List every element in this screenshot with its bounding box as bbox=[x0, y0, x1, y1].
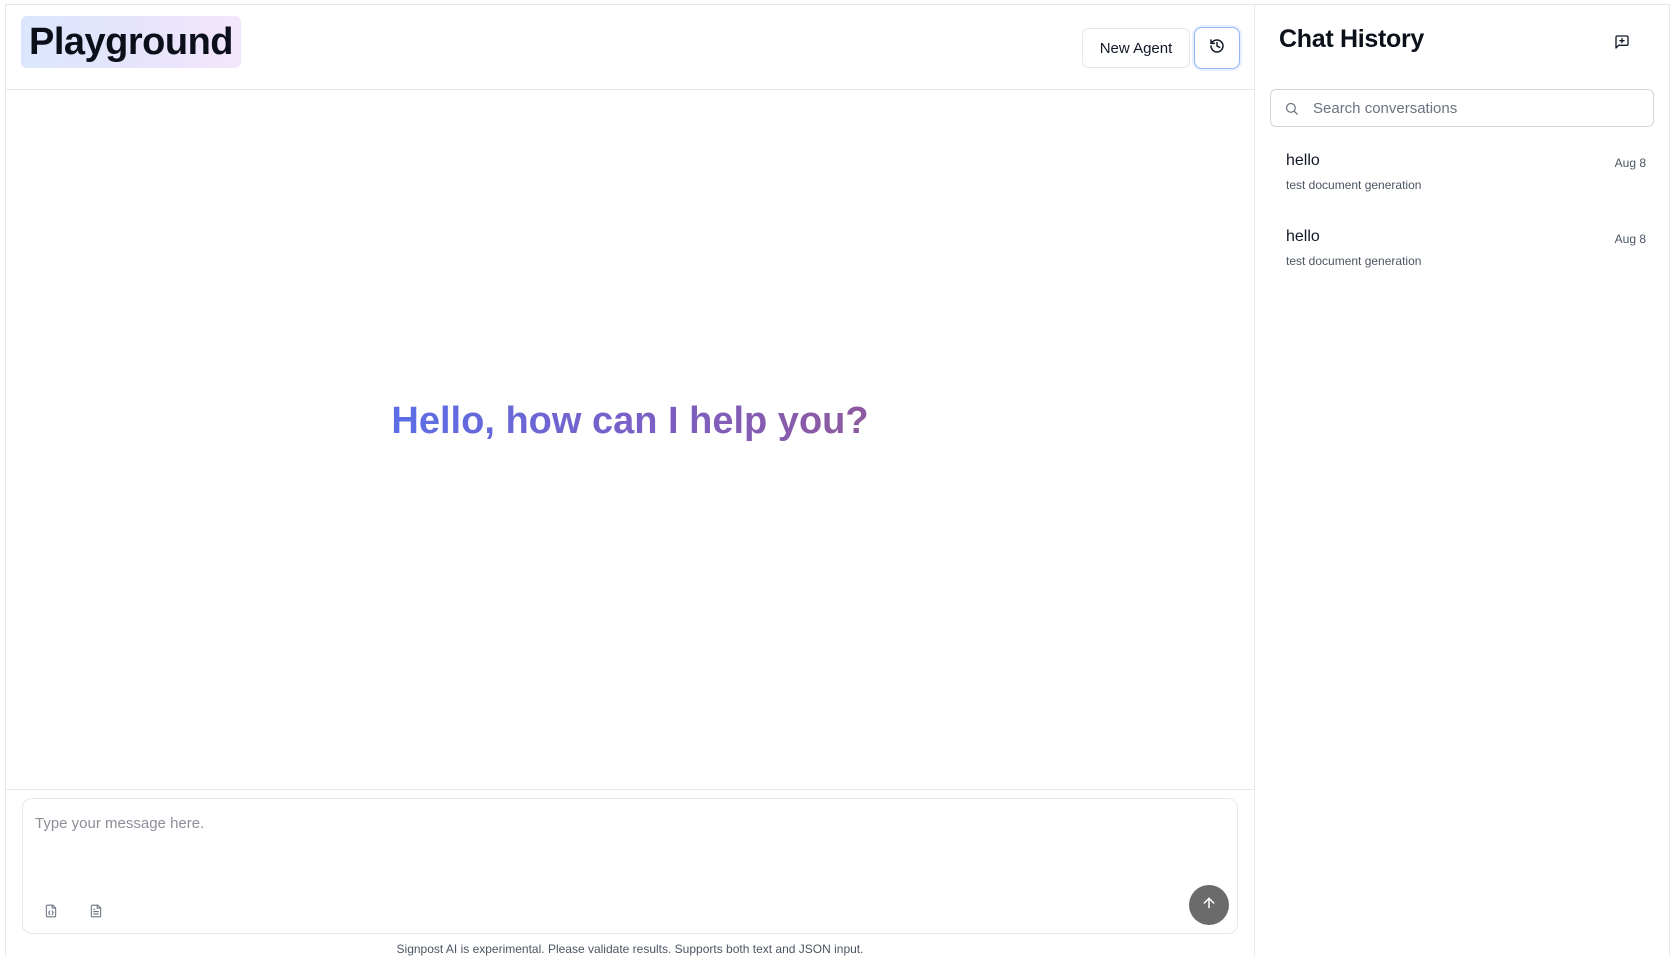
text-file-icon[interactable] bbox=[87, 902, 105, 920]
sidebar-title: Chat History bbox=[1279, 25, 1425, 53]
conversation-title: hello bbox=[1286, 152, 1320, 169]
disclaimer-text: Signpost AI is experimental. Please vali… bbox=[396, 942, 864, 956]
search-icon bbox=[1283, 100, 1299, 116]
title-badge: Playground bbox=[21, 16, 242, 68]
conversation-subtitle: test document generation bbox=[1286, 254, 1422, 268]
page-title: Playground bbox=[29, 20, 234, 63]
json-file-icon[interactable] bbox=[42, 902, 60, 920]
chat-history-sidebar: Chat History hello test document generat… bbox=[1255, 5, 1669, 956]
conversation-title: hello bbox=[1286, 228, 1320, 245]
composer-area: Signpost AI is experimental. Please vali… bbox=[6, 789, 1254, 956]
search-box bbox=[1270, 89, 1654, 127]
greeting-heading: Hello, how can I help you? bbox=[391, 400, 869, 442]
conversation-date: Aug 8 bbox=[1614, 232, 1646, 246]
history-icon bbox=[1209, 38, 1225, 59]
header: Playground New Agent bbox=[6, 5, 1254, 90]
conversation-list: hello test document generation Aug 8 hel… bbox=[1270, 140, 1654, 292]
send-button[interactable] bbox=[1189, 885, 1229, 925]
app-window: Playground New Agent Hello, how can I he… bbox=[5, 4, 1670, 956]
conversation-item[interactable]: hello test document generation Aug 8 bbox=[1270, 216, 1654, 292]
conversation-item[interactable]: hello test document generation Aug 8 bbox=[1270, 140, 1654, 216]
new-agent-button[interactable]: New Agent bbox=[1082, 28, 1190, 68]
message-composer bbox=[22, 798, 1238, 934]
conversation-date: Aug 8 bbox=[1614, 156, 1646, 170]
conversation-subtitle: test document generation bbox=[1286, 178, 1422, 192]
main-pane: Playground New Agent Hello, how can I he… bbox=[6, 5, 1255, 956]
arrow-up-icon bbox=[1201, 895, 1217, 916]
history-button[interactable] bbox=[1194, 27, 1240, 69]
new-chat-icon[interactable] bbox=[1611, 31, 1633, 53]
message-input[interactable] bbox=[35, 815, 1215, 875]
greeting-container: Hello, how can I help you? bbox=[6, 400, 1254, 443]
search-input[interactable] bbox=[1313, 99, 1643, 117]
